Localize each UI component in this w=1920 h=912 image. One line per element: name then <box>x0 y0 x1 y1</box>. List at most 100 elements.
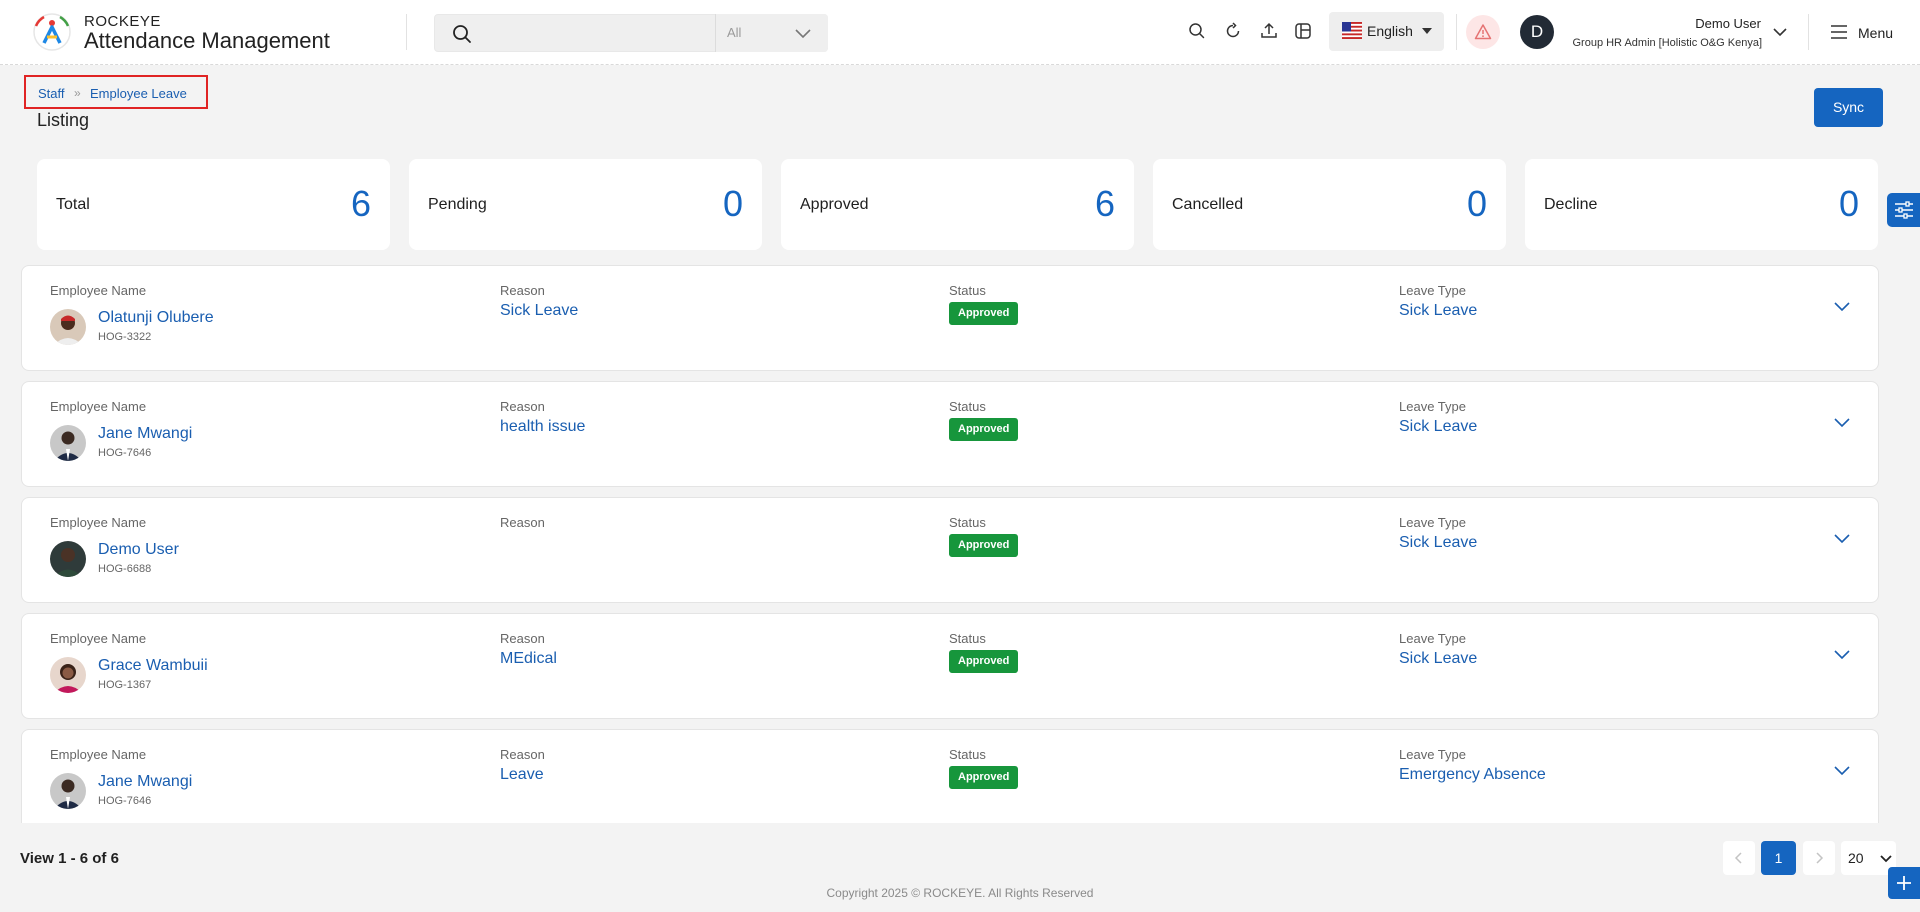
reason-label: Reason <box>500 747 545 762</box>
refresh-icon[interactable] <box>1223 21 1243 41</box>
sliders-icon <box>1895 201 1913 219</box>
employee-name-label: Employee Name <box>50 747 147 762</box>
leave-type-label: Leave Type <box>1399 747 1466 762</box>
breadcrumb: Staff » Employee Leave <box>24 75 208 109</box>
employee-name-link[interactable]: Demo User <box>98 541 179 559</box>
status-badge: Approved <box>949 418 1019 441</box>
leave-row[interactable]: Employee Name Jane Mwangi HOG-7646 Reaso… <box>21 729 1879 823</box>
caret-down-icon <box>1422 28 1432 34</box>
stat-card-cancelled[interactable]: Cancelled 0 <box>1153 159 1506 250</box>
leave-row[interactable]: Employee Name Olatunji Olubere HOG-3322 … <box>21 265 1879 371</box>
header-divider <box>1808 14 1809 50</box>
breadcrumb-employee-leave-link[interactable]: Employee Leave <box>90 86 187 101</box>
breadcrumb-staff-link[interactable]: Staff <box>38 86 65 101</box>
user-name[interactable]: Demo User <box>1695 16 1761 31</box>
stat-card-total[interactable]: Total 6 <box>37 159 390 250</box>
search-scope-select[interactable]: All <box>715 14 828 52</box>
leave-type-value[interactable]: Sick Leave <box>1399 302 1477 320</box>
user-avatar[interactable]: D <box>1520 15 1554 49</box>
stat-value: 6 <box>1094 183 1115 224</box>
stat-label: Pending <box>428 196 487 213</box>
search-icon[interactable] <box>451 23 473 45</box>
us-flag-icon <box>1342 22 1362 39</box>
stat-card-pending[interactable]: Pending 0 <box>409 159 762 250</box>
leave-type-label: Leave Type <box>1399 399 1466 414</box>
leave-row[interactable]: Employee Name Jane Mwangi HOG-7646 Reaso… <box>21 381 1879 487</box>
rockeye-logo[interactable] <box>32 12 72 52</box>
plus-icon <box>1897 876 1911 890</box>
chevron-down-icon[interactable] <box>1772 26 1788 38</box>
app-title: Attendance Management <box>84 28 330 53</box>
chevron-down-icon[interactable] <box>1833 648 1851 662</box>
language-label: English <box>1367 23 1413 39</box>
pagination-page-button[interactable]: 1 <box>1761 841 1796 875</box>
employee-code: HOG-7646 <box>98 447 152 459</box>
leave-type-value[interactable]: Sick Leave <box>1399 650 1477 668</box>
leave-type-value[interactable]: Sick Leave <box>1399 418 1477 436</box>
menu-button[interactable]: Menu <box>1830 22 1910 44</box>
reason-value[interactable]: Leave <box>500 766 544 784</box>
employee-name-link[interactable]: Jane Mwangi <box>98 773 192 791</box>
search-input[interactable] <box>485 23 685 45</box>
employee-name-link[interactable]: Olatunji Olubere <box>98 309 214 327</box>
reason-value[interactable]: MEdical <box>500 650 557 668</box>
chevron-down-icon[interactable] <box>1833 764 1851 778</box>
chevron-down-icon[interactable] <box>1833 416 1851 430</box>
add-leave-button[interactable] <box>1888 867 1920 899</box>
pagination-next-button[interactable] <box>1803 841 1835 875</box>
sync-button[interactable]: Sync <box>1814 88 1883 127</box>
leave-type-value[interactable]: Sick Leave <box>1399 534 1477 552</box>
search-icon[interactable] <box>1187 21 1207 41</box>
alerts-button[interactable] <box>1466 15 1500 49</box>
status-badge: Approved <box>949 766 1019 789</box>
status-label: Status <box>949 747 986 762</box>
hamburger-icon <box>1831 25 1847 39</box>
employee-avatar <box>50 657 86 693</box>
stat-value: 0 <box>1466 183 1487 224</box>
leave-type-value[interactable]: Emergency Absence <box>1399 766 1546 784</box>
filter-panel-toggle[interactable] <box>1887 193 1920 227</box>
stat-label: Total <box>56 196 90 213</box>
status-badge: Approved <box>949 650 1019 673</box>
stat-value: 0 <box>1838 183 1859 224</box>
page-title: Listing <box>37 110 90 130</box>
employee-avatar <box>50 773 86 809</box>
language-selector[interactable]: English <box>1329 12 1444 51</box>
stat-value: 6 <box>350 183 371 224</box>
chevron-down-icon[interactable] <box>1833 532 1851 546</box>
copyright-text: Copyright 2025 © ROCKEYE. All Rights Res… <box>826 886 1094 900</box>
stat-card-approved[interactable]: Approved 6 <box>781 159 1134 250</box>
upload-icon[interactable] <box>1259 21 1279 41</box>
status-badge: Approved <box>949 534 1019 557</box>
warning-icon <box>1474 24 1492 40</box>
stat-value: 0 <box>722 183 743 224</box>
search-scope-value: All <box>727 25 742 40</box>
page-size-value: 20 <box>1848 850 1864 866</box>
employee-name-link[interactable]: Jane Mwangi <box>98 425 192 443</box>
chevron-right-icon <box>1816 852 1824 864</box>
status-label: Status <box>949 399 986 414</box>
leave-type-label: Leave Type <box>1399 283 1466 298</box>
employee-name-label: Employee Name <box>50 399 147 414</box>
stat-label: Approved <box>800 196 869 213</box>
header-divider <box>406 14 407 50</box>
leave-list: Employee Name Olatunji Olubere HOG-3322 … <box>21 265 1879 823</box>
leave-row[interactable]: Employee Name Grace Wambuii HOG-1367 Rea… <box>21 613 1879 719</box>
reason-value[interactable]: Sick Leave <box>500 302 578 320</box>
top-header: ROCKEYE Attendance Management All Englis… <box>0 0 1920 65</box>
reason-label: Reason <box>500 283 545 298</box>
reason-value[interactable]: health issue <box>500 418 585 436</box>
employee-code: HOG-6688 <box>98 563 152 575</box>
employee-name-link[interactable]: Grace Wambuii <box>98 657 208 675</box>
leave-row[interactable]: Employee Name Demo User HOG-6688 Reason … <box>21 497 1879 603</box>
pagination-prev-button[interactable] <box>1723 841 1755 875</box>
reason-label: Reason <box>500 515 545 530</box>
chevron-down-icon[interactable] <box>1833 300 1851 314</box>
chevron-double-right-icon: » <box>74 86 81 100</box>
layout-icon[interactable] <box>1293 21 1313 41</box>
employee-avatar <box>50 541 86 577</box>
employee-avatar <box>50 309 86 345</box>
employee-avatar <box>50 425 86 461</box>
employee-name-label: Employee Name <box>50 283 147 298</box>
stat-card-decline[interactable]: Decline 0 <box>1525 159 1878 250</box>
